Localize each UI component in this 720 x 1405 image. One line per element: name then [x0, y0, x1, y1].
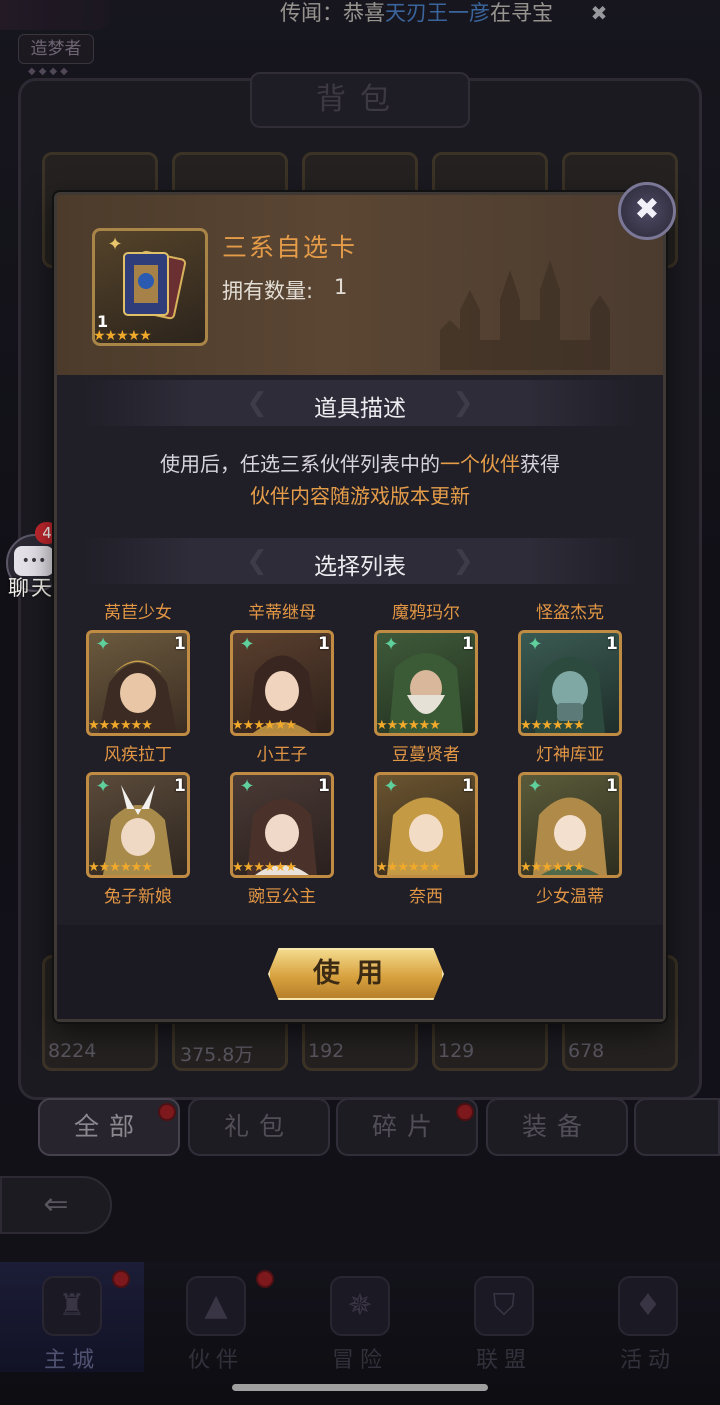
hero-name: 小王子 [256, 745, 308, 765]
hero-quantity: 1 [462, 776, 474, 796]
hero-name: 灯神库亚 [536, 745, 604, 765]
hero-name: 豌豆公主 [248, 887, 316, 907]
desc-highlight: 一个伙伴 [440, 452, 520, 476]
hero-star-rating: ★★★★★★ [376, 860, 441, 875]
hero-name: 怪盗杰克 [536, 603, 604, 623]
desc-text: 使用后，任选三系伙伴列表中的 [160, 452, 440, 476]
item-star-rating: ★★★★★ [93, 328, 152, 344]
castle-silhouette-decoration [440, 260, 610, 370]
hero-star-rating: ★★★★★★ [232, 860, 297, 875]
hero-quantity: 1 [606, 776, 618, 796]
hero-name: 莴苣少女 [104, 603, 172, 623]
chat-label: 聊天 [8, 576, 54, 600]
element-icon: ✦ [95, 634, 111, 655]
hero-quantity: 1 [174, 776, 186, 796]
hero-quantity: 1 [318, 634, 330, 654]
hero-name: 魔鸦玛尔 [392, 603, 460, 623]
element-icon: ✦ [95, 776, 111, 797]
hero-star-rating: ★★★★★★ [520, 860, 585, 875]
hero-star-rating: ★★★★★★ [88, 718, 153, 733]
element-icon: ✦ [527, 776, 543, 797]
owned-count-value: 1 [334, 275, 348, 299]
desc-text: 获得 [520, 452, 560, 476]
element-icon: ✦ [383, 634, 399, 655]
element-icon: ✦ [239, 776, 255, 797]
hero-name: 辛蒂继母 [248, 603, 316, 623]
use-button[interactable]: 使用 [268, 948, 444, 1000]
hero-star-rating: ★★★★★★ [520, 718, 585, 733]
hero-star-rating: ★★★★★★ [88, 860, 153, 875]
game-screen: 传闻：恭喜天刃王一彦在寻宝 ✖ 造梦者 ◆◆◆◆ 背包 8224 375.8万 … [0, 0, 720, 1405]
element-icon: ✦ [239, 634, 255, 655]
item-name: 三系自选卡 [222, 233, 358, 262]
hero-name: 少女温蒂 [536, 887, 604, 907]
element-icon: ✦ [107, 234, 123, 255]
hero-quantity: 1 [318, 776, 330, 796]
list-section-title: 选择列表 [314, 554, 406, 580]
hero-quantity: 1 [462, 634, 474, 654]
hero-name: 豆蔓贤者 [392, 745, 460, 765]
element-icon: ✦ [527, 634, 543, 655]
close-icon: ✖ [634, 192, 660, 227]
hero-name: 奈西 [409, 887, 443, 907]
hero-name: 兔子新娘 [104, 887, 172, 907]
hero-name: 风疾拉丁 [104, 745, 172, 765]
hero-quantity: 1 [606, 634, 618, 654]
element-icon: ✦ [383, 776, 399, 797]
description-section-title: 道具描述 [314, 396, 406, 422]
description-line-2: 伙伴内容随游戏版本更新 [250, 484, 470, 508]
hero-quantity: 1 [174, 634, 186, 654]
selection-card-icon [123, 250, 187, 320]
hero-star-rating: ★★★★★★ [376, 718, 441, 733]
description-line-1: 使用后，任选三系伙伴列表中的一个伙伴获得 [80, 448, 640, 477]
owned-count-label: 拥有数量: [222, 279, 314, 303]
close-dialog-button[interactable]: ✖ [618, 182, 676, 240]
hero-star-rating: ★★★★★★ [232, 718, 297, 733]
